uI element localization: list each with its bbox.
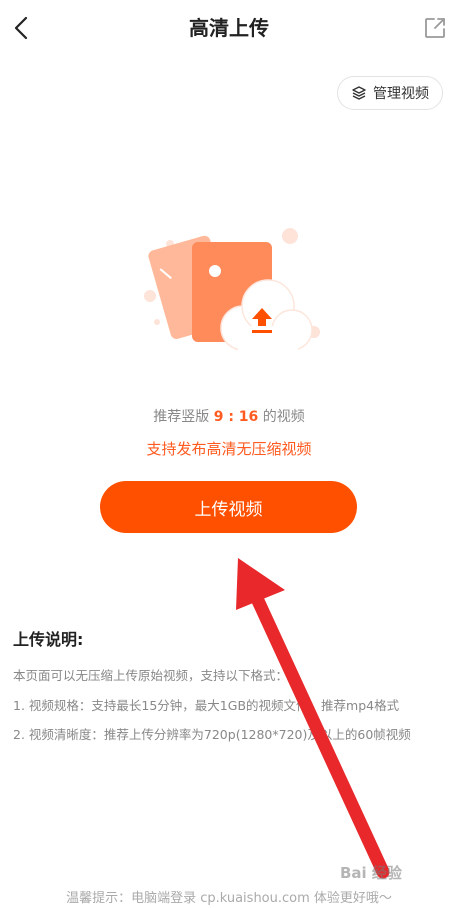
upload-video-button[interactable]: 上传视频 xyxy=(100,481,357,533)
upload-video-label: 上传视频 xyxy=(194,499,263,520)
upload-illustration xyxy=(144,228,320,352)
layers-icon xyxy=(352,86,366,100)
instructions-title: 上传说明: xyxy=(13,630,84,649)
external-link-icon[interactable] xyxy=(424,17,446,39)
manage-videos-label: 管理视频 xyxy=(373,86,429,102)
instruction-line: 2. 视频清晰度：推荐上传分辨率为720p(1280*720)及以上的60帧视频 xyxy=(13,727,411,742)
aspect-ratio-hint: 推荐竖版 9 : 16 的视频 xyxy=(153,409,305,425)
watermark: Bai 经验 xyxy=(340,864,402,882)
aspect-ratio-value: 9 : 16 xyxy=(213,409,259,425)
footer-tip: 温馨提示：电脑端登录 cp.kuaishou.com 体验更好哦～ xyxy=(66,891,392,906)
instruction-line: 本页面可以无压缩上传原始视频，支持以下格式： xyxy=(13,668,289,683)
instruction-line: 1. 视频规格：支持最长15分钟，最大1GB的视频文件，推荐mp4格式 xyxy=(13,698,400,713)
manage-videos-button[interactable]: 管理视频 xyxy=(337,76,443,110)
page-title: 高清上传 xyxy=(189,16,269,40)
support-text: 支持发布高清无压缩视频 xyxy=(146,440,312,458)
